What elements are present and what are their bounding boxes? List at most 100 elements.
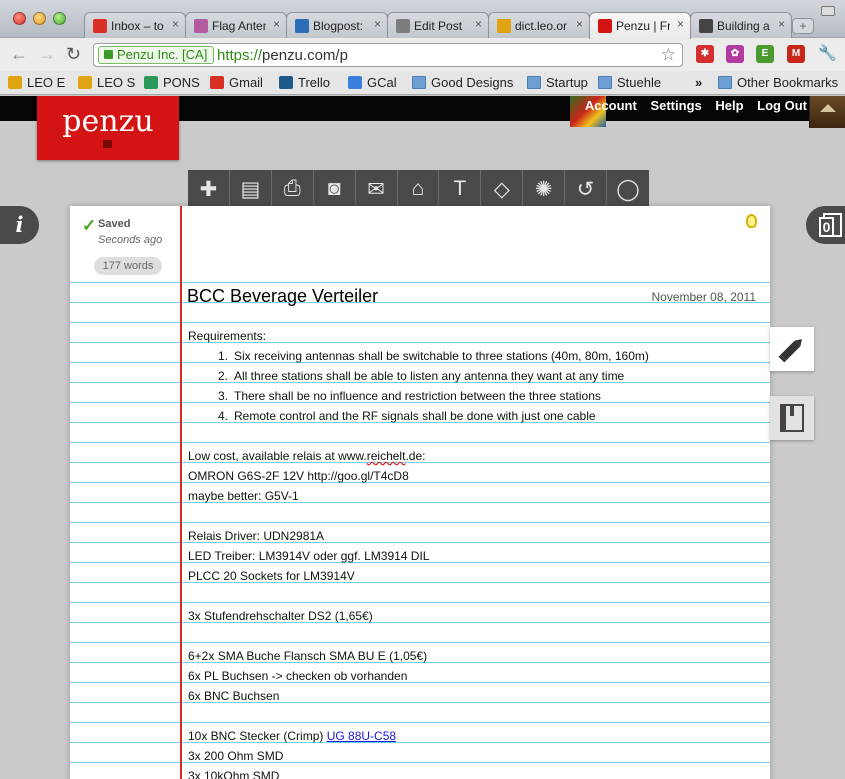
browser-tab[interactable]: dict.leo.or × — [488, 12, 590, 38]
line-text: Low cost, available relais at www.reiche… — [188, 449, 426, 463]
tab-close-icon[interactable]: × — [374, 17, 381, 31]
tab-close-icon[interactable]: × — [273, 17, 280, 31]
window-zoom-button[interactable] — [53, 12, 66, 25]
tab-close-icon[interactable]: × — [475, 17, 482, 31]
bookmark-item[interactable]: LEO S — [78, 75, 135, 90]
photo-icon[interactable]: ◙ — [314, 170, 356, 208]
list-item: 4. Remote control and the RF signals shal… — [188, 406, 758, 426]
journal-button[interactable] — [770, 396, 814, 440]
lightbulb-icon[interactable] — [746, 214, 757, 228]
entries-button[interactable]: 0 — [806, 206, 845, 244]
address-bar[interactable]: Penzu Inc. [CA] https://penzu.com/p ☆ — [93, 43, 683, 67]
url-text[interactable]: https://penzu.com/p — [217, 47, 348, 64]
evernote-icon[interactable]: E — [756, 45, 774, 63]
entry-title[interactable]: BCC Beverage Verteiler — [187, 286, 378, 307]
comment-icon[interactable]: ◯ — [607, 170, 649, 208]
line-text: PLCC 20 Sockets for LM3914V — [188, 569, 355, 583]
gmaps-icon[interactable]: M — [787, 45, 805, 63]
bookmark-item[interactable]: GCal — [348, 75, 397, 90]
bookmark-item[interactable]: Startup — [527, 75, 588, 90]
tab-close-icon[interactable]: × — [576, 17, 583, 31]
browser-tab[interactable]: Inbox – to × — [84, 12, 186, 38]
tab-label: Penzu | Fr — [616, 19, 670, 33]
back-button[interactable]: ← — [10, 44, 28, 64]
tab-favicon-icon — [93, 19, 107, 33]
lock-icon[interactable]: ⌂ — [398, 170, 440, 208]
bookmark-label: Startup — [546, 75, 588, 90]
font-icon[interactable]: T — [439, 170, 482, 208]
tab-close-icon[interactable]: × — [677, 17, 684, 31]
line-text: All three stations shall be able to list… — [234, 369, 625, 383]
bookmark-star-icon[interactable]: ☆ — [661, 45, 676, 65]
browser-tab[interactable]: Blogpost: × — [286, 12, 388, 38]
line-text: Remote control and the RF signals shall … — [234, 409, 596, 423]
penzu-logo[interactable]: penzu — [37, 96, 179, 160]
text-line: 6x PL Buchsen -> checken ob vorhanden — [188, 666, 758, 686]
bookmark-item[interactable]: LEO E — [8, 75, 65, 90]
bookmark-label: Stuehle — [617, 75, 662, 90]
save-icon[interactable]: ▤ — [230, 170, 272, 208]
bookmark-item[interactable]: Stuehle — [598, 75, 661, 90]
new-tab-button[interactable]: + — [792, 18, 814, 34]
home-icon[interactable] — [809, 96, 845, 128]
new-entry-icon[interactable]: ✚ — [188, 170, 230, 208]
tab-close-icon[interactable]: × — [778, 17, 785, 31]
tab-label: Inbox – to — [111, 19, 164, 33]
text-line: 3x Stufendrehschalter DS2 (1,65€) — [188, 606, 758, 626]
other-bookmarks-folder[interactable]: Other Bookmarks — [718, 75, 838, 90]
list-number: 4. — [217, 409, 228, 423]
forward-button[interactable]: → — [38, 44, 56, 64]
margin-line — [180, 206, 182, 779]
bookmark-item[interactable]: Good Designs — [412, 75, 513, 90]
window-close-button[interactable] — [13, 12, 26, 25]
settings-extension-icon[interactable]: ✿ — [726, 45, 744, 63]
journal-entry-paper[interactable]: ✓ Saved Seconds ago 177 words BCC Bevera… — [70, 206, 770, 779]
text-line: Relais Driver: UDN2981A — [188, 526, 758, 546]
print-icon[interactable]: ⎙ — [272, 170, 314, 208]
tab-label: Flag Anten — [212, 19, 266, 33]
lastpass-icon[interactable]: ✱ — [696, 45, 714, 63]
text-line: LED Treiber: LM3914V oder ggf. LM3914 DI… — [188, 546, 758, 566]
bookmark-label: Gmail — [229, 75, 263, 90]
email-icon[interactable]: ✉ — [356, 170, 398, 208]
bookmark-item[interactable]: PONS — [144, 75, 200, 90]
bookmark-item[interactable]: Gmail — [210, 75, 263, 90]
menu-settings[interactable]: Settings — [650, 98, 701, 113]
bookmarks-overflow-button[interactable]: » — [695, 75, 702, 90]
bookmark-label: PONS — [163, 75, 200, 90]
browser-tab[interactable]: Building a × — [690, 12, 792, 38]
entry-date[interactable]: November 08, 2011 — [651, 290, 756, 304]
info-button[interactable]: i — [0, 206, 39, 244]
bookmark-label: Good Designs — [431, 75, 514, 90]
edit-pencil-button[interactable] — [770, 327, 814, 371]
bookmark-item[interactable]: Trello — [279, 75, 330, 90]
entry-link[interactable]: UG 88U-C58 — [327, 729, 396, 743]
menu-help[interactable]: Help — [715, 98, 743, 113]
notebook-icon — [780, 404, 804, 432]
browser-tab[interactable]: Flag Anten × — [185, 12, 287, 38]
browser-tab[interactable]: Edit Post × — [387, 12, 489, 38]
line-text: 3x 10kOhm SMD — [188, 769, 280, 779]
theme-icon[interactable]: ✺ — [523, 170, 566, 208]
tab-close-icon[interactable]: × — [172, 17, 179, 31]
reload-button[interactable]: ↻ — [66, 44, 81, 64]
browser-toolbar: ← → ↻ Penzu Inc. [CA] https://penzu.com/… — [0, 38, 845, 71]
text-line: 10x BNC Stecker (Crimp) UG 88U-C58 — [188, 726, 758, 746]
window-minimize-button[interactable] — [33, 12, 46, 25]
gcal-icon — [348, 76, 362, 89]
ev-certificate-badge[interactable]: Penzu Inc. [CA] — [98, 46, 215, 64]
line-text: 6x PL Buchsen -> checken ob vorhanden — [188, 669, 408, 683]
browser-tab[interactable]: Penzu | Fr × — [589, 12, 691, 39]
text-line: 6+2x SMA Buche Flansch SMA BU E (1,05€) — [188, 646, 758, 666]
history-icon[interactable]: ↺ — [565, 170, 608, 208]
bookmark-label: GCal — [367, 75, 397, 90]
wrench-menu-icon[interactable]: 🔧 — [818, 44, 837, 64]
entry-body[interactable]: Requirements: 1. Six receiving antennas sh… — [188, 326, 758, 779]
text-line: 3x 200 Ohm SMD — [188, 746, 758, 766]
menu-logout[interactable]: Log Out — [757, 98, 807, 113]
menu-account[interactable]: Account — [585, 98, 637, 113]
window-fullscreen-icon[interactable] — [821, 6, 835, 16]
text-line — [188, 706, 758, 726]
tag-icon[interactable]: ◇ — [481, 170, 524, 208]
checkmark-icon: ✓ — [82, 216, 97, 235]
